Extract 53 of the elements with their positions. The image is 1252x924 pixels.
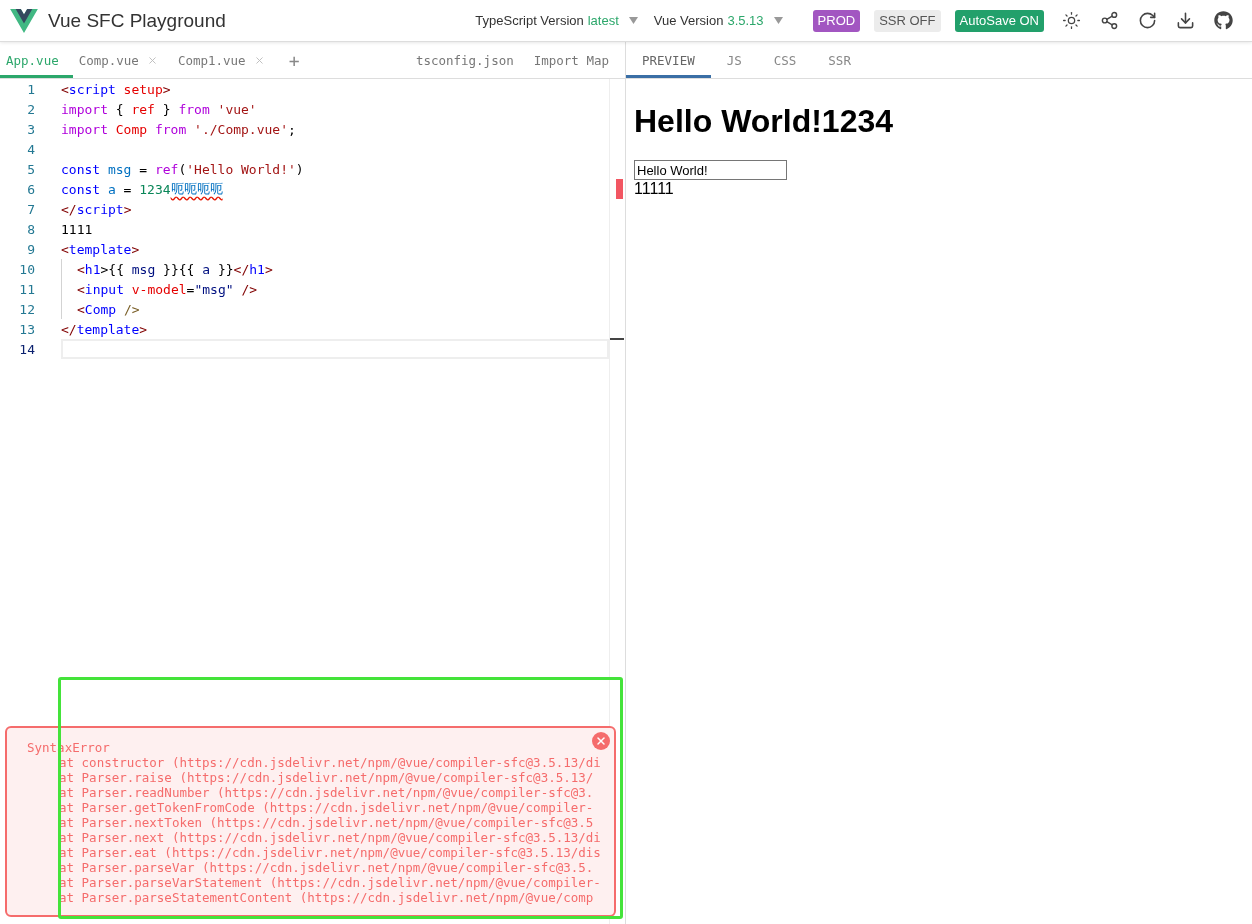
caret-icon	[628, 17, 638, 24]
code-line: const a = 1234呃呃呃呃	[61, 180, 224, 199]
code-line: import { ref } from 'vue'	[61, 100, 258, 119]
line-number: 8	[26, 221, 35, 237]
error-marker	[616, 179, 623, 199]
config-tab[interactable]: Import Map	[519, 42, 615, 78]
code-line: <Comp />	[61, 299, 609, 319]
line-number: 2	[26, 101, 35, 117]
vue-logo	[10, 8, 38, 33]
output-tab[interactable]: PREVIEW	[626, 42, 711, 78]
line-number: 7	[26, 201, 35, 217]
line-number: 9	[26, 241, 35, 257]
file-tab[interactable]: App.vue	[0, 42, 73, 78]
close-icon[interactable]	[592, 732, 610, 750]
config-tab[interactable]: tsconfig.json	[401, 42, 520, 78]
line-number: 13	[18, 321, 35, 337]
code-line: 1111	[61, 220, 94, 239]
line-number: 12	[18, 301, 35, 317]
line-number: 10	[18, 261, 35, 277]
output-tab[interactable]: SSR	[812, 42, 867, 78]
add-file-button[interactable]: +	[278, 42, 310, 78]
preview-text: 11111	[634, 180, 675, 198]
preview-heading: Hello World!1234	[634, 103, 895, 140]
code-line: <input v-model="msg" />	[61, 279, 609, 299]
line-number: 6	[26, 181, 35, 197]
file-tab[interactable]: Comp.vue	[72, 42, 172, 78]
cursor-marker	[610, 338, 624, 340]
app-title: Vue SFC Playground	[48, 9, 226, 32]
code-line: import Comp from './Comp.vue';	[61, 120, 297, 139]
output-tab[interactable]: CSS	[757, 42, 813, 78]
mode-toggle[interactable]: AutoSave ON	[954, 9, 1044, 32]
caret-icon	[773, 17, 783, 24]
line-number: 14	[18, 341, 35, 357]
vue-version-select[interactable]: Vue Version 3.5.13	[653, 13, 783, 28]
code-line: <h1>{{ msg }}{{ a }}</h1>	[61, 259, 609, 279]
line-number: 3	[26, 121, 35, 137]
message-input[interactable]: Hello World!	[634, 160, 787, 180]
code-line: const msg = ref('Hello World!')	[61, 160, 305, 179]
code-line: </template>	[61, 320, 149, 339]
typescript-version-select[interactable]: TypeScript Version latest	[475, 13, 638, 28]
mode-toggle[interactable]: SSR OFF	[874, 9, 941, 32]
output-tab[interactable]: JS	[710, 42, 758, 78]
mode-toggle[interactable]: PROD	[812, 9, 861, 32]
github-icon[interactable]	[1212, 9, 1234, 32]
line-number: 11	[18, 281, 35, 297]
line-number: 4	[26, 141, 35, 157]
theme-toggle-sun-icon[interactable]	[1060, 9, 1082, 32]
code-line: <template>	[61, 240, 141, 259]
code-line: </script>	[61, 200, 133, 219]
line-number: 5	[26, 161, 35, 177]
line-number: 1	[26, 81, 35, 97]
file-tab[interactable]: Comp1.vue	[171, 42, 279, 78]
code-line: <script setup>	[61, 80, 172, 99]
